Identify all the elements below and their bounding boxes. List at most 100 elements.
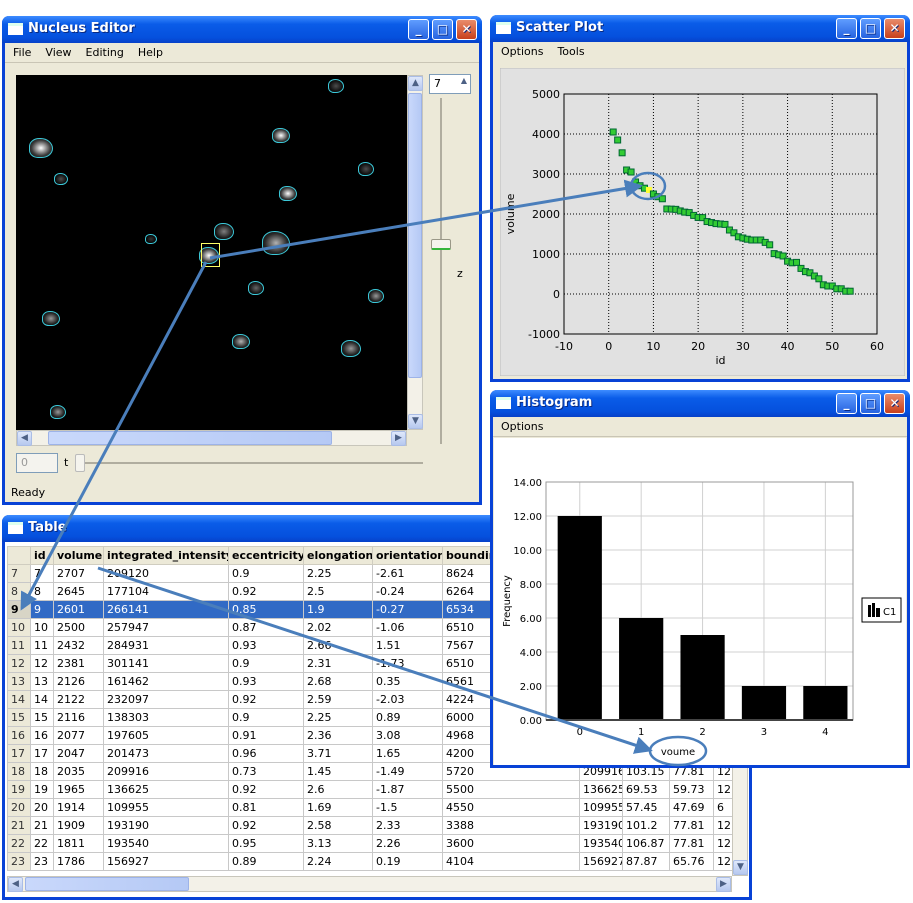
table-row[interactable]: 20 20 1914 109955 0.81 1.69 -1.5 4550 109955 57.4… bbox=[7, 798, 736, 817]
table-cell[interactable]: 7 bbox=[30, 564, 54, 583]
table-cell[interactable]: 201473 bbox=[103, 744, 229, 763]
table-cell[interactable]: -1.5 bbox=[372, 798, 443, 817]
selection-box[interactable] bbox=[201, 243, 220, 267]
table-cell[interactable]: 4104 bbox=[442, 852, 580, 871]
row-header[interactable]: 9 bbox=[7, 600, 31, 619]
table-cell[interactable]: 2077 bbox=[53, 726, 104, 745]
column-header[interactable]: volume bbox=[53, 546, 104, 565]
table-cell[interactable]: 109955 bbox=[579, 798, 623, 817]
maximize-button[interactable]: □ bbox=[432, 19, 453, 40]
table-cell[interactable]: 2.68 bbox=[303, 672, 373, 691]
row-header[interactable]: 8 bbox=[7, 582, 31, 601]
table-cell[interactable]: 1811 bbox=[53, 834, 104, 853]
maximize-button[interactable]: □ bbox=[860, 393, 881, 414]
t-spinbox[interactable]: 0 bbox=[16, 453, 58, 473]
row-header[interactable]: 23 bbox=[7, 852, 31, 871]
table-cell[interactable]: 2.25 bbox=[303, 564, 373, 583]
minimize-button[interactable]: _ bbox=[408, 19, 429, 40]
column-header[interactable] bbox=[7, 546, 31, 565]
table-cell[interactable]: 59.73 bbox=[669, 780, 714, 799]
table-cell[interactable]: 156927 bbox=[579, 852, 623, 871]
horizontal-scrollbar[interactable]: ◀ ▶ bbox=[7, 876, 732, 892]
table-cell[interactable]: 2601 bbox=[53, 600, 104, 619]
table-cell[interactable]: 0.81 bbox=[228, 798, 304, 817]
table-cell[interactable]: 57.45 bbox=[622, 798, 670, 817]
row-header[interactable]: 12 bbox=[7, 654, 31, 673]
row-header[interactable]: 22 bbox=[7, 834, 31, 853]
table-cell[interactable]: 0.89 bbox=[372, 708, 443, 727]
table-cell[interactable]: -1.87 bbox=[372, 780, 443, 799]
z-spinbox[interactable]: 7 ▲ bbox=[429, 74, 471, 94]
nucleus-blob[interactable] bbox=[272, 128, 290, 144]
table-cell[interactable]: 2.66 bbox=[303, 636, 373, 655]
table-row[interactable]: 19 19 1965 136625 0.92 2.6 -1.87 5500 136625 69.5… bbox=[7, 780, 736, 799]
table-cell[interactable]: 2047 bbox=[53, 744, 104, 763]
table-cell[interactable]: 301141 bbox=[103, 654, 229, 673]
table-cell[interactable]: 2.59 bbox=[303, 690, 373, 709]
table-cell[interactable]: 156927 bbox=[103, 852, 229, 871]
table-cell[interactable]: 2035 bbox=[53, 762, 104, 781]
table-cell[interactable]: 0.91 bbox=[228, 726, 304, 745]
z-slider-handle[interactable] bbox=[431, 239, 451, 250]
table-cell[interactable]: 23 bbox=[30, 852, 54, 871]
table-cell[interactable]: 0.19 bbox=[372, 852, 443, 871]
nucleus-blob[interactable] bbox=[54, 173, 68, 185]
table-cell[interactable]: 1.65 bbox=[372, 744, 443, 763]
table-cell[interactable]: -2.61 bbox=[372, 564, 443, 583]
table-row[interactable]: 22 22 1811 193540 0.95 3.13 2.26 3600 193540 106.… bbox=[7, 834, 736, 853]
table-cell[interactable]: 257947 bbox=[103, 618, 229, 637]
table-cell[interactable]: 2707 bbox=[53, 564, 104, 583]
table-cell[interactable]: 0.92 bbox=[228, 690, 304, 709]
table-cell[interactable]: 0.95 bbox=[228, 834, 304, 853]
row-header[interactable]: 18 bbox=[7, 762, 31, 781]
table-cell[interactable]: 19 bbox=[30, 780, 54, 799]
table-cell[interactable]: 136625 bbox=[579, 780, 623, 799]
scatter-chart[interactable]: -10 0 10 20 30 40 50 60 -1000 0 1000 2000 3000 4000 50… bbox=[500, 68, 905, 376]
table-cell[interactable]: 0.9 bbox=[228, 564, 304, 583]
z-slider-track[interactable] bbox=[440, 98, 442, 444]
table-cell[interactable]: 266141 bbox=[103, 600, 229, 619]
t-slider-handle[interactable] bbox=[75, 454, 85, 472]
nucleus-blob[interactable] bbox=[42, 311, 60, 327]
table-cell[interactable]: 0.9 bbox=[228, 654, 304, 673]
table-cell[interactable]: 1.51 bbox=[372, 636, 443, 655]
nucleus-blob[interactable] bbox=[341, 340, 361, 357]
table-cell[interactable]: 101.2 bbox=[622, 816, 670, 835]
table-cell[interactable]: 2.36 bbox=[303, 726, 373, 745]
table-cell[interactable]: 2.02 bbox=[303, 618, 373, 637]
table-cell[interactable]: 87.87 bbox=[622, 852, 670, 871]
close-button[interactable]: ✕ bbox=[884, 18, 905, 39]
table-cell[interactable]: 65.76 bbox=[669, 852, 714, 871]
table-cell[interactable]: 161462 bbox=[103, 672, 229, 691]
scroll-up-button[interactable]: ▲ bbox=[408, 76, 423, 91]
table-cell[interactable]: 18 bbox=[30, 762, 54, 781]
table-cell[interactable]: 14 bbox=[30, 690, 54, 709]
table-cell[interactable]: 2.33 bbox=[372, 816, 443, 835]
nucleus-blob[interactable] bbox=[358, 162, 374, 176]
table-cell[interactable]: -1.49 bbox=[372, 762, 443, 781]
table-cell[interactable]: 193540 bbox=[103, 834, 229, 853]
vertical-scrollbar[interactable]: ▲ ▼ bbox=[407, 75, 423, 430]
table-cell[interactable]: 22 bbox=[30, 834, 54, 853]
minimize-button[interactable]: _ bbox=[836, 18, 857, 39]
nucleus-blob[interactable] bbox=[145, 234, 157, 245]
row-header[interactable]: 20 bbox=[7, 798, 31, 817]
table-cell[interactable]: 2381 bbox=[53, 654, 104, 673]
table-cell[interactable]: 284931 bbox=[103, 636, 229, 655]
table-cell[interactable]: 2.58 bbox=[303, 816, 373, 835]
table-cell[interactable]: 2126 bbox=[53, 672, 104, 691]
column-header[interactable]: id bbox=[30, 546, 54, 565]
table-cell[interactable]: 2116 bbox=[53, 708, 104, 727]
table-cell[interactable]: 2.5 bbox=[303, 582, 373, 601]
table-cell[interactable]: 0.92 bbox=[228, 780, 304, 799]
table-cell[interactable]: 2500 bbox=[53, 618, 104, 637]
row-header[interactable]: 19 bbox=[7, 780, 31, 799]
nucleus-blob[interactable] bbox=[279, 186, 297, 202]
table-cell[interactable]: 47.69 bbox=[669, 798, 714, 817]
nucleus-blob[interactable] bbox=[368, 289, 384, 303]
close-button[interactable]: ✕ bbox=[884, 393, 905, 414]
table-cell[interactable]: 0.93 bbox=[228, 672, 304, 691]
table-row[interactable]: 21 21 1909 193190 0.92 2.58 2.33 3388 193190 101.… bbox=[7, 816, 736, 835]
table-cell[interactable]: 3388 bbox=[442, 816, 580, 835]
table-cell[interactable]: 9 bbox=[30, 600, 54, 619]
